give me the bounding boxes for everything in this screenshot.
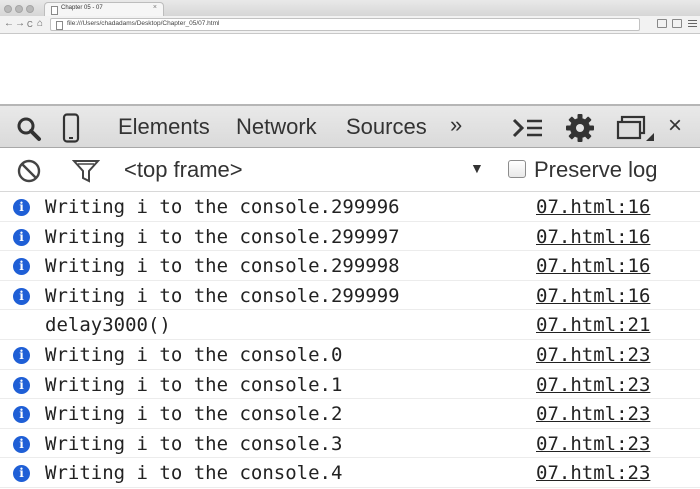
preserve-log-checkbox[interactable] (508, 160, 526, 178)
gear-icon[interactable] (565, 113, 595, 143)
close-devtools-icon[interactable]: × (668, 113, 682, 139)
info-icon: i (13, 258, 30, 276)
browser-tab[interactable]: Chapter 05 - 07 × (44, 2, 164, 16)
tab-sources[interactable]: Sources (346, 114, 427, 140)
console-message: i Writing i to the console.1 07.html:23 (0, 370, 700, 400)
info-icon: i (13, 465, 30, 483)
info-icon: i (13, 435, 30, 453)
source-link[interactable]: 07.html:21 (536, 313, 650, 337)
dock-side-icon[interactable] (616, 115, 656, 143)
console-drawer-icon[interactable] (512, 117, 544, 139)
tab-network[interactable]: Network (236, 114, 317, 140)
info-icon: i (13, 346, 30, 364)
extension-icon[interactable] (657, 19, 667, 28)
console-message-text: Writing i to the console.299998 (45, 255, 400, 278)
console-message-text: delay3000() (45, 314, 171, 337)
source-link[interactable]: 07.html:23 (536, 432, 650, 456)
search-icon[interactable] (16, 116, 42, 142)
menu-icon[interactable] (688, 20, 697, 28)
page-viewport (0, 34, 700, 104)
console-message-text: Writing i to the console.3 (45, 432, 343, 455)
info-icon: i (13, 228, 30, 246)
console-message: i Writing i to the console.3 07.html:23 (0, 429, 700, 459)
console-log: i Writing i to the console.299996 07.html:… (0, 192, 700, 488)
minimize-window-button[interactable] (15, 5, 23, 13)
console-message-text: Writing i to the console.299997 (45, 225, 400, 248)
source-link[interactable]: 07.html:23 (536, 343, 650, 367)
url-text: file:///Users/chadadams/Desktop/Chapter_… (67, 20, 220, 27)
console-message: delay3000() 07.html:21 (0, 310, 700, 340)
more-tabs-button[interactable]: » (450, 112, 462, 138)
console-message: i Writing i to the console.4 07.html:23 (0, 458, 700, 488)
source-link[interactable]: 07.html:16 (536, 254, 650, 278)
console-message: i Writing i to the console.299999 07.html:… (0, 281, 700, 311)
screen-icon[interactable] (672, 19, 682, 28)
console-message: i Writing i to the console.0 07.html:23 (0, 340, 700, 370)
console-message: i Writing i to the console.299997 07.html:… (0, 222, 700, 252)
reload-button[interactable]: C (27, 19, 33, 31)
home-button[interactable]: ⌂ (37, 18, 43, 30)
console-message-text: Writing i to the console.2 (45, 403, 343, 426)
browser-toolbar: ← → C ⌂ file:///Users/chadadams/Desktop/… (0, 16, 700, 34)
close-window-button[interactable] (4, 5, 12, 13)
forward-button[interactable]: → (15, 18, 25, 30)
source-link[interactable]: 07.html:23 (536, 373, 650, 397)
filter-icon[interactable] (72, 159, 100, 183)
source-link[interactable]: 07.html:16 (536, 225, 650, 249)
document-icon (51, 6, 58, 15)
page-icon (56, 21, 63, 30)
source-link[interactable]: 07.html:23 (536, 461, 650, 485)
console-message: i Writing i to the console.299996 07.html:… (0, 192, 700, 222)
source-link[interactable]: 07.html:23 (536, 402, 650, 426)
info-icon: i (13, 287, 30, 305)
devtools-toolbar: Elements Network Sources » × (0, 104, 700, 148)
console-message-text: Writing i to the console.299999 (45, 284, 400, 307)
console-message-text: Writing i to the console.299996 (45, 196, 400, 218)
info-icon: i (13, 406, 30, 424)
info-icon: i (13, 199, 30, 216)
tab-elements[interactable]: Elements (118, 114, 210, 140)
console-message: i Writing i to the console.2 07.html:23 (0, 399, 700, 429)
chevron-down-icon[interactable]: ▼ (470, 160, 484, 176)
console-message: i Writing i to the console.299998 07.html:… (0, 251, 700, 281)
frame-selector[interactable]: <top frame> (124, 157, 243, 183)
source-link[interactable]: 07.html:16 (536, 195, 650, 219)
zoom-window-button[interactable] (26, 5, 34, 13)
source-link[interactable]: 07.html:16 (536, 284, 650, 308)
window-titlebar: Chapter 05 - 07 × (0, 0, 700, 16)
address-bar[interactable]: file:///Users/chadadams/Desktop/Chapter_… (50, 18, 640, 31)
back-button[interactable]: ← (4, 18, 14, 30)
info-icon: i (13, 376, 30, 394)
tab-close-icon[interactable]: × (153, 4, 157, 11)
tab-title: Chapter 05 - 07 (61, 5, 103, 11)
device-mode-icon[interactable] (62, 113, 80, 143)
preserve-log-label: Preserve log (534, 157, 658, 182)
console-message-text: Writing i to the console.1 (45, 373, 343, 396)
console-message-text: Writing i to the console.4 (45, 462, 343, 485)
console-message-text: Writing i to the console.0 (45, 343, 343, 366)
clear-console-icon[interactable] (16, 158, 42, 184)
